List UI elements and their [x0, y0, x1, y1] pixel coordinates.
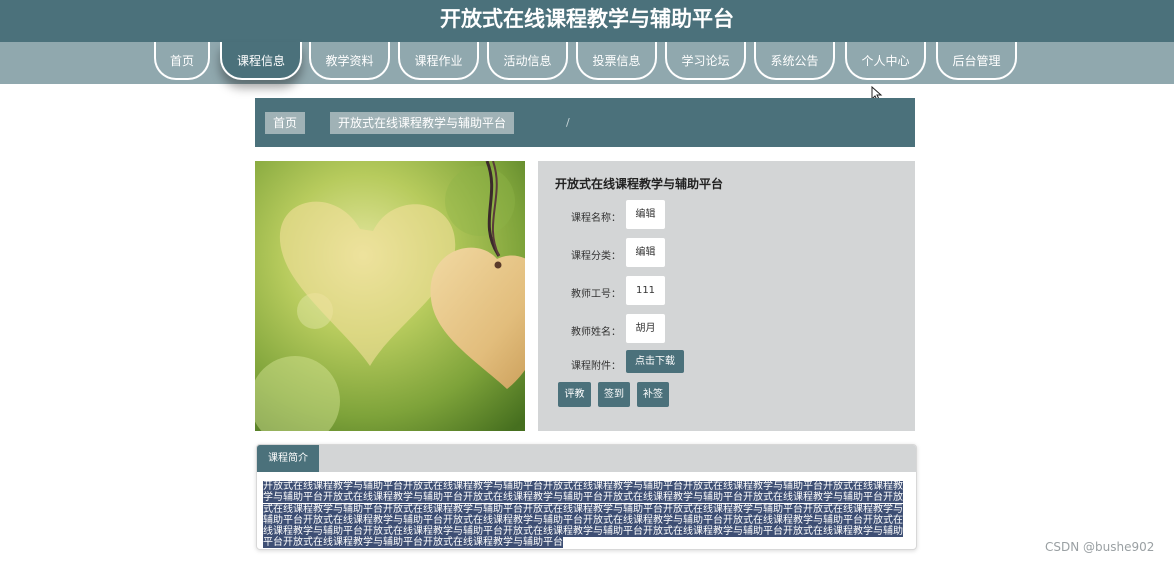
heart-pendant-photo: [255, 161, 525, 431]
teacher-id-value: 111: [626, 276, 665, 305]
nav-item-teaching-materials[interactable]: 教学资料: [309, 42, 390, 80]
course-intro-text: 开放式在线课程教学与辅助平台开放式在线课程教学与辅助平台开放式在线课程教学与辅助…: [263, 481, 906, 549]
download-button[interactable]: 点击下载: [626, 350, 684, 373]
nav-item-course-info[interactable]: 课程信息: [220, 42, 302, 80]
teacher-name-value: 胡月: [626, 314, 665, 343]
site-header: 开放式在线课程教学与辅助平台: [0, 0, 1174, 42]
signin-button[interactable]: 签到: [598, 382, 630, 407]
intro-tab-bar: 课程简介: [257, 445, 916, 472]
site-title: 开放式在线课程教学与辅助平台: [440, 7, 734, 31]
course-info-panel: 开放式在线课程教学与辅助平台 课程名称： 编辑 课程分类： 编辑 教师工号： 1…: [538, 161, 915, 431]
nav-item-personal-center[interactable]: 个人中心: [845, 42, 926, 80]
breadcrumb-home-link[interactable]: 首页: [265, 112, 306, 134]
nav-item-home[interactable]: 首页: [154, 42, 210, 80]
breadcrumb-separator: /: [566, 116, 570, 129]
csdn-watermark: CSDN @bushe902: [1045, 540, 1155, 554]
course-category-value: 编辑: [626, 238, 665, 267]
field-label-teacher-id: 教师工号：: [571, 289, 621, 300]
breadcrumb: 首页 / 开放式在线课程教学与辅助平台: [255, 98, 915, 147]
course-name-value: 编辑: [626, 200, 665, 229]
field-label-course-name: 课程名称：: [571, 213, 621, 224]
evaluate-button[interactable]: 评教: [558, 382, 591, 407]
tab-course-intro[interactable]: 课程简介: [257, 445, 319, 472]
course-intro-content: 开放式在线课程教学与辅助平台开放式在线课程教学与辅助平台开放式在线课程教学与辅助…: [263, 481, 903, 549]
course-cover-image: [255, 161, 525, 431]
breadcrumb-current: 开放式在线课程教学与辅助平台: [330, 112, 515, 134]
nav-item-activities[interactable]: 活动信息: [487, 42, 568, 80]
field-label-teacher-name: 教师姓名：: [571, 327, 621, 338]
nav-item-admin[interactable]: 后台管理: [936, 42, 1017, 80]
nav-item-forum[interactable]: 学习论坛: [665, 42, 746, 80]
makeup-signin-button[interactable]: 补签: [637, 382, 669, 407]
nav-item-course-homework[interactable]: 课程作业: [398, 42, 479, 80]
nav-item-announcements[interactable]: 系统公告: [754, 42, 835, 80]
nav-item-votes[interactable]: 投票信息: [576, 42, 657, 80]
field-label-attachment: 课程附件：: [571, 361, 621, 372]
field-label-course-category: 课程分类：: [571, 251, 621, 262]
course-intro-card: 课程简介 开放式在线课程教学与辅助平台开放式在线课程教学与辅助平台开放式在线课程…: [256, 444, 917, 550]
main-nav: 首页 课程信息 教学资料 课程作业 活动信息 投票信息 学习论坛 系统公告 个人…: [0, 42, 1174, 84]
course-title: 开放式在线课程教学与辅助平台: [555, 177, 724, 191]
